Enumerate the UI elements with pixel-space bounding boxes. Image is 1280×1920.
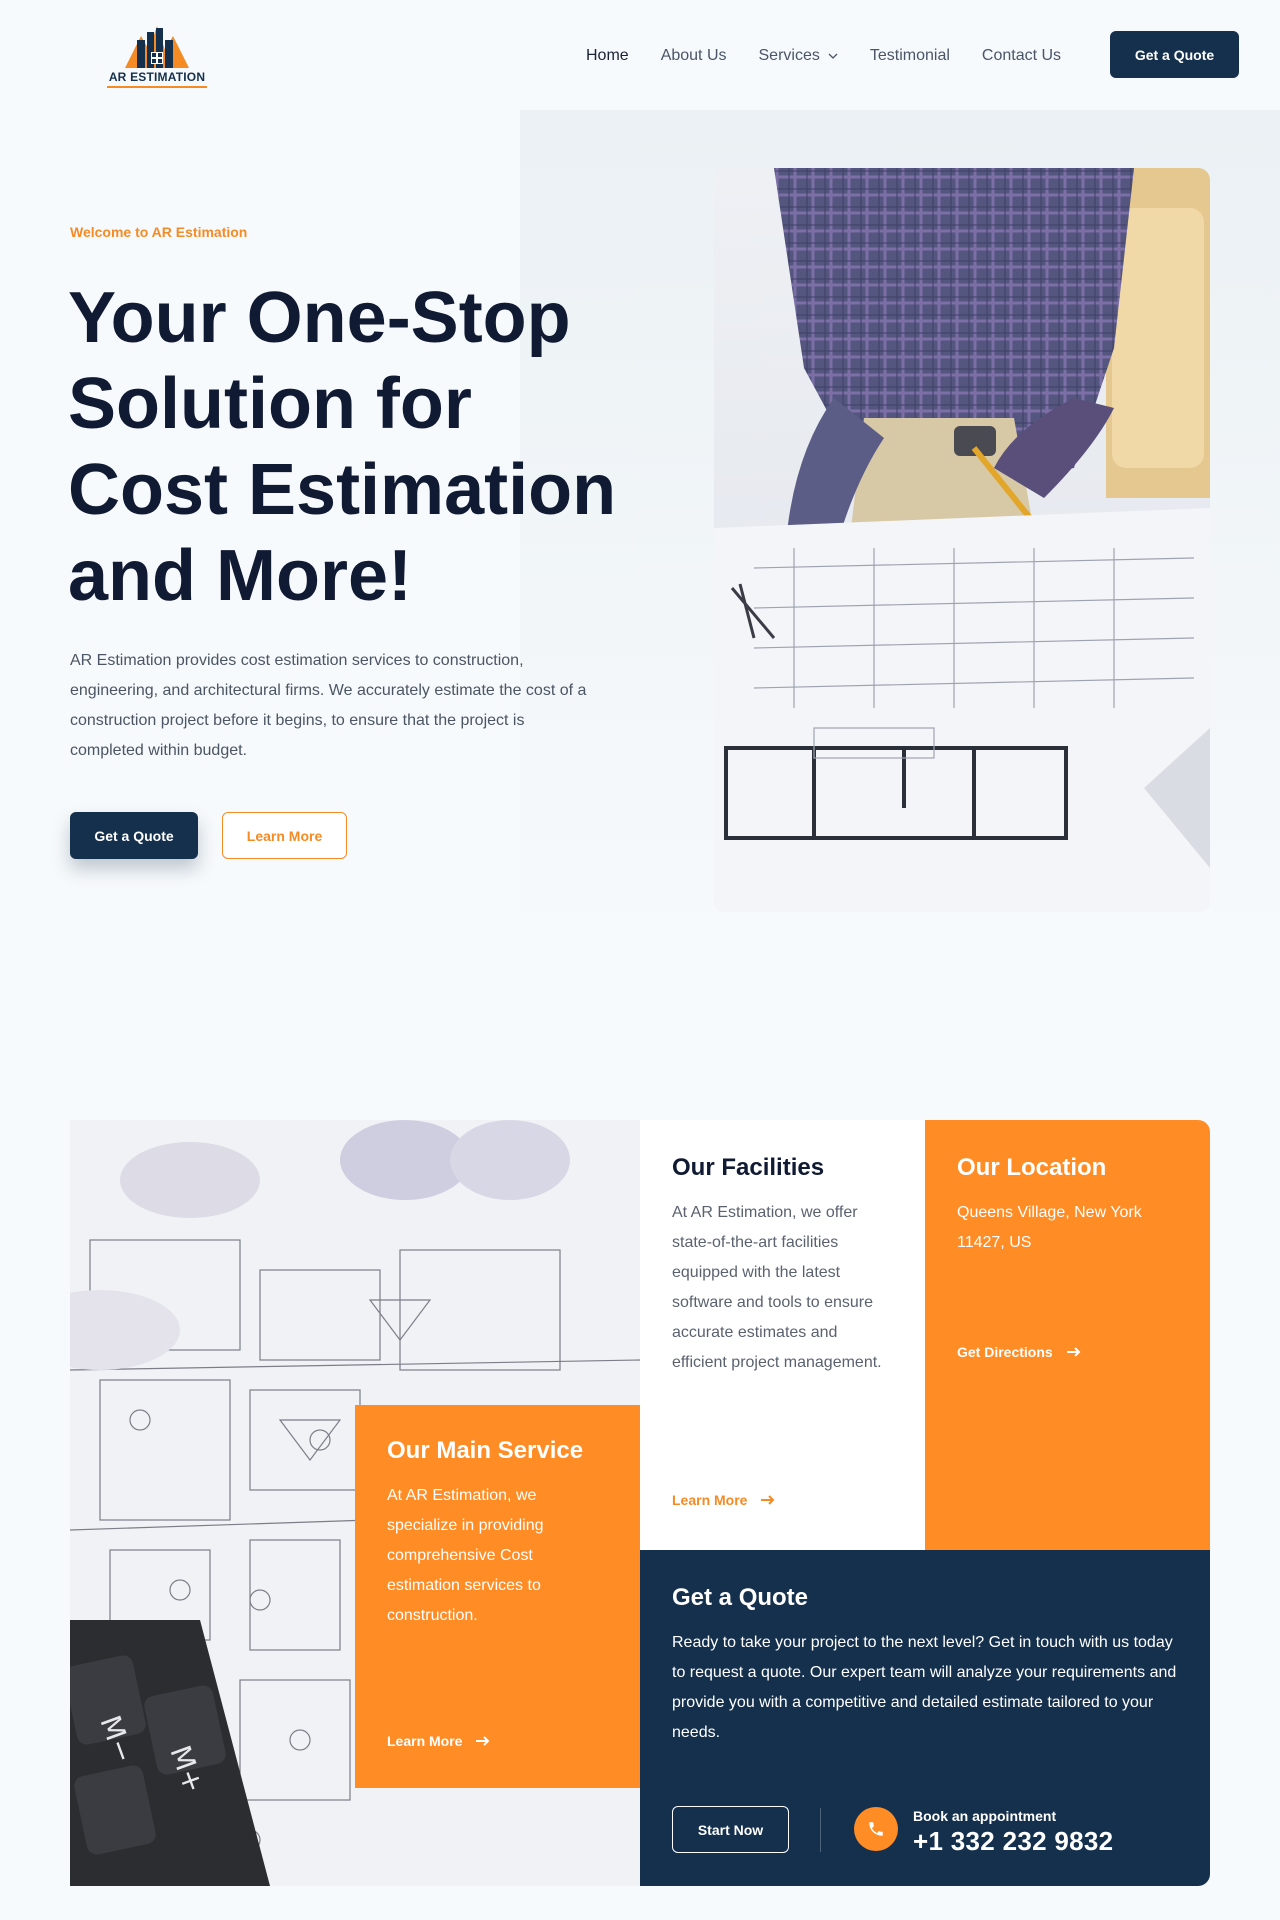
nav-services-label: Services: [758, 47, 820, 64]
hero-title-line: Solution for: [68, 364, 472, 444]
hero-learn-more-button[interactable]: Learn More: [222, 812, 347, 859]
nav-about-us[interactable]: About Us: [661, 44, 727, 68]
arrow-right-icon: [476, 1736, 490, 1746]
nav-home[interactable]: Home: [586, 44, 629, 68]
nav-testimonial[interactable]: Testimonial: [870, 44, 950, 68]
chevron-down-icon: [828, 53, 838, 59]
site-header: AR ESTIMATION Home About Us Services Tes…: [0, 0, 1280, 110]
arrow-right-icon: [761, 1495, 775, 1505]
book-appointment-label: Book an appointment: [913, 1808, 1057, 1824]
phone-icon: [869, 1822, 883, 1836]
architect-drawing-illustration: [714, 168, 1210, 912]
main-service-card: Our Main Service At AR Estimation, we sp…: [355, 1405, 640, 1788]
get-directions-label: Get Directions: [957, 1344, 1053, 1360]
hero-eyebrow: Welcome to AR Estimation: [70, 224, 248, 240]
arrow-right-icon: [1066, 1347, 1081, 1357]
location-title: Our Location: [957, 1154, 1107, 1181]
hero-get-quote-button[interactable]: Get a Quote: [70, 812, 198, 859]
facilities-text: At AR Estimation, we offer state-of-the-…: [672, 1204, 882, 1371]
quote-title: Get a Quote: [672, 1584, 809, 1611]
facilities-learn-more-link[interactable]: Learn More: [672, 1492, 775, 1508]
logo-underline: [107, 86, 207, 88]
start-now-button[interactable]: Start Now: [672, 1806, 789, 1853]
logo-wordmark: AR ESTIMATION: [108, 70, 206, 84]
header-get-quote-button[interactable]: Get a Quote: [1110, 31, 1239, 78]
location-address: Queens Village, New York 11427, US: [957, 1204, 1142, 1251]
location-card: Our Location Queens Village, New York 11…: [925, 1120, 1210, 1550]
main-service-text: At AR Estimation, we specialize in provi…: [387, 1487, 544, 1624]
facilities-title: Our Facilities: [672, 1154, 825, 1181]
main-service-learn-more-link[interactable]: Learn More: [387, 1733, 490, 1749]
hero-description: AR Estimation provides cost estimation s…: [70, 652, 587, 759]
hero-title: Your One-Stop Solution for Cost Estimati…: [68, 275, 668, 619]
get-directions-link[interactable]: Get Directions: [957, 1344, 1081, 1360]
facilities-card: Our Facilities At AR Estimation, we offe…: [640, 1120, 925, 1550]
vertical-divider: [820, 1808, 821, 1852]
logo-buildings-icon: [125, 26, 189, 68]
main-nav: Home About Us Services Testimonial Conta…: [586, 44, 1093, 68]
appointment-phone-number[interactable]: +1 332 232 9832: [913, 1826, 1113, 1857]
main-service-link-label: Learn More: [387, 1733, 463, 1749]
main-service-title: Our Main Service: [387, 1437, 584, 1464]
nav-services[interactable]: Services: [759, 44, 838, 68]
brand-logo[interactable]: AR ESTIMATION: [107, 18, 207, 90]
facilities-link-label: Learn More: [672, 1492, 748, 1508]
get-quote-card: Get a Quote Ready to take your project t…: [640, 1550, 1210, 1886]
hero-photo-architect-drawing: [714, 168, 1210, 912]
nav-contact-us[interactable]: Contact Us: [982, 44, 1061, 68]
hero-title-line: Cost Estimation: [68, 450, 617, 530]
quote-text: Ready to take your project to the next l…: [672, 1634, 1177, 1741]
hero-title-line: and More!: [68, 536, 413, 616]
hero-title-line: Your One-Stop: [68, 278, 571, 358]
phone-call-button[interactable]: [854, 1807, 898, 1851]
